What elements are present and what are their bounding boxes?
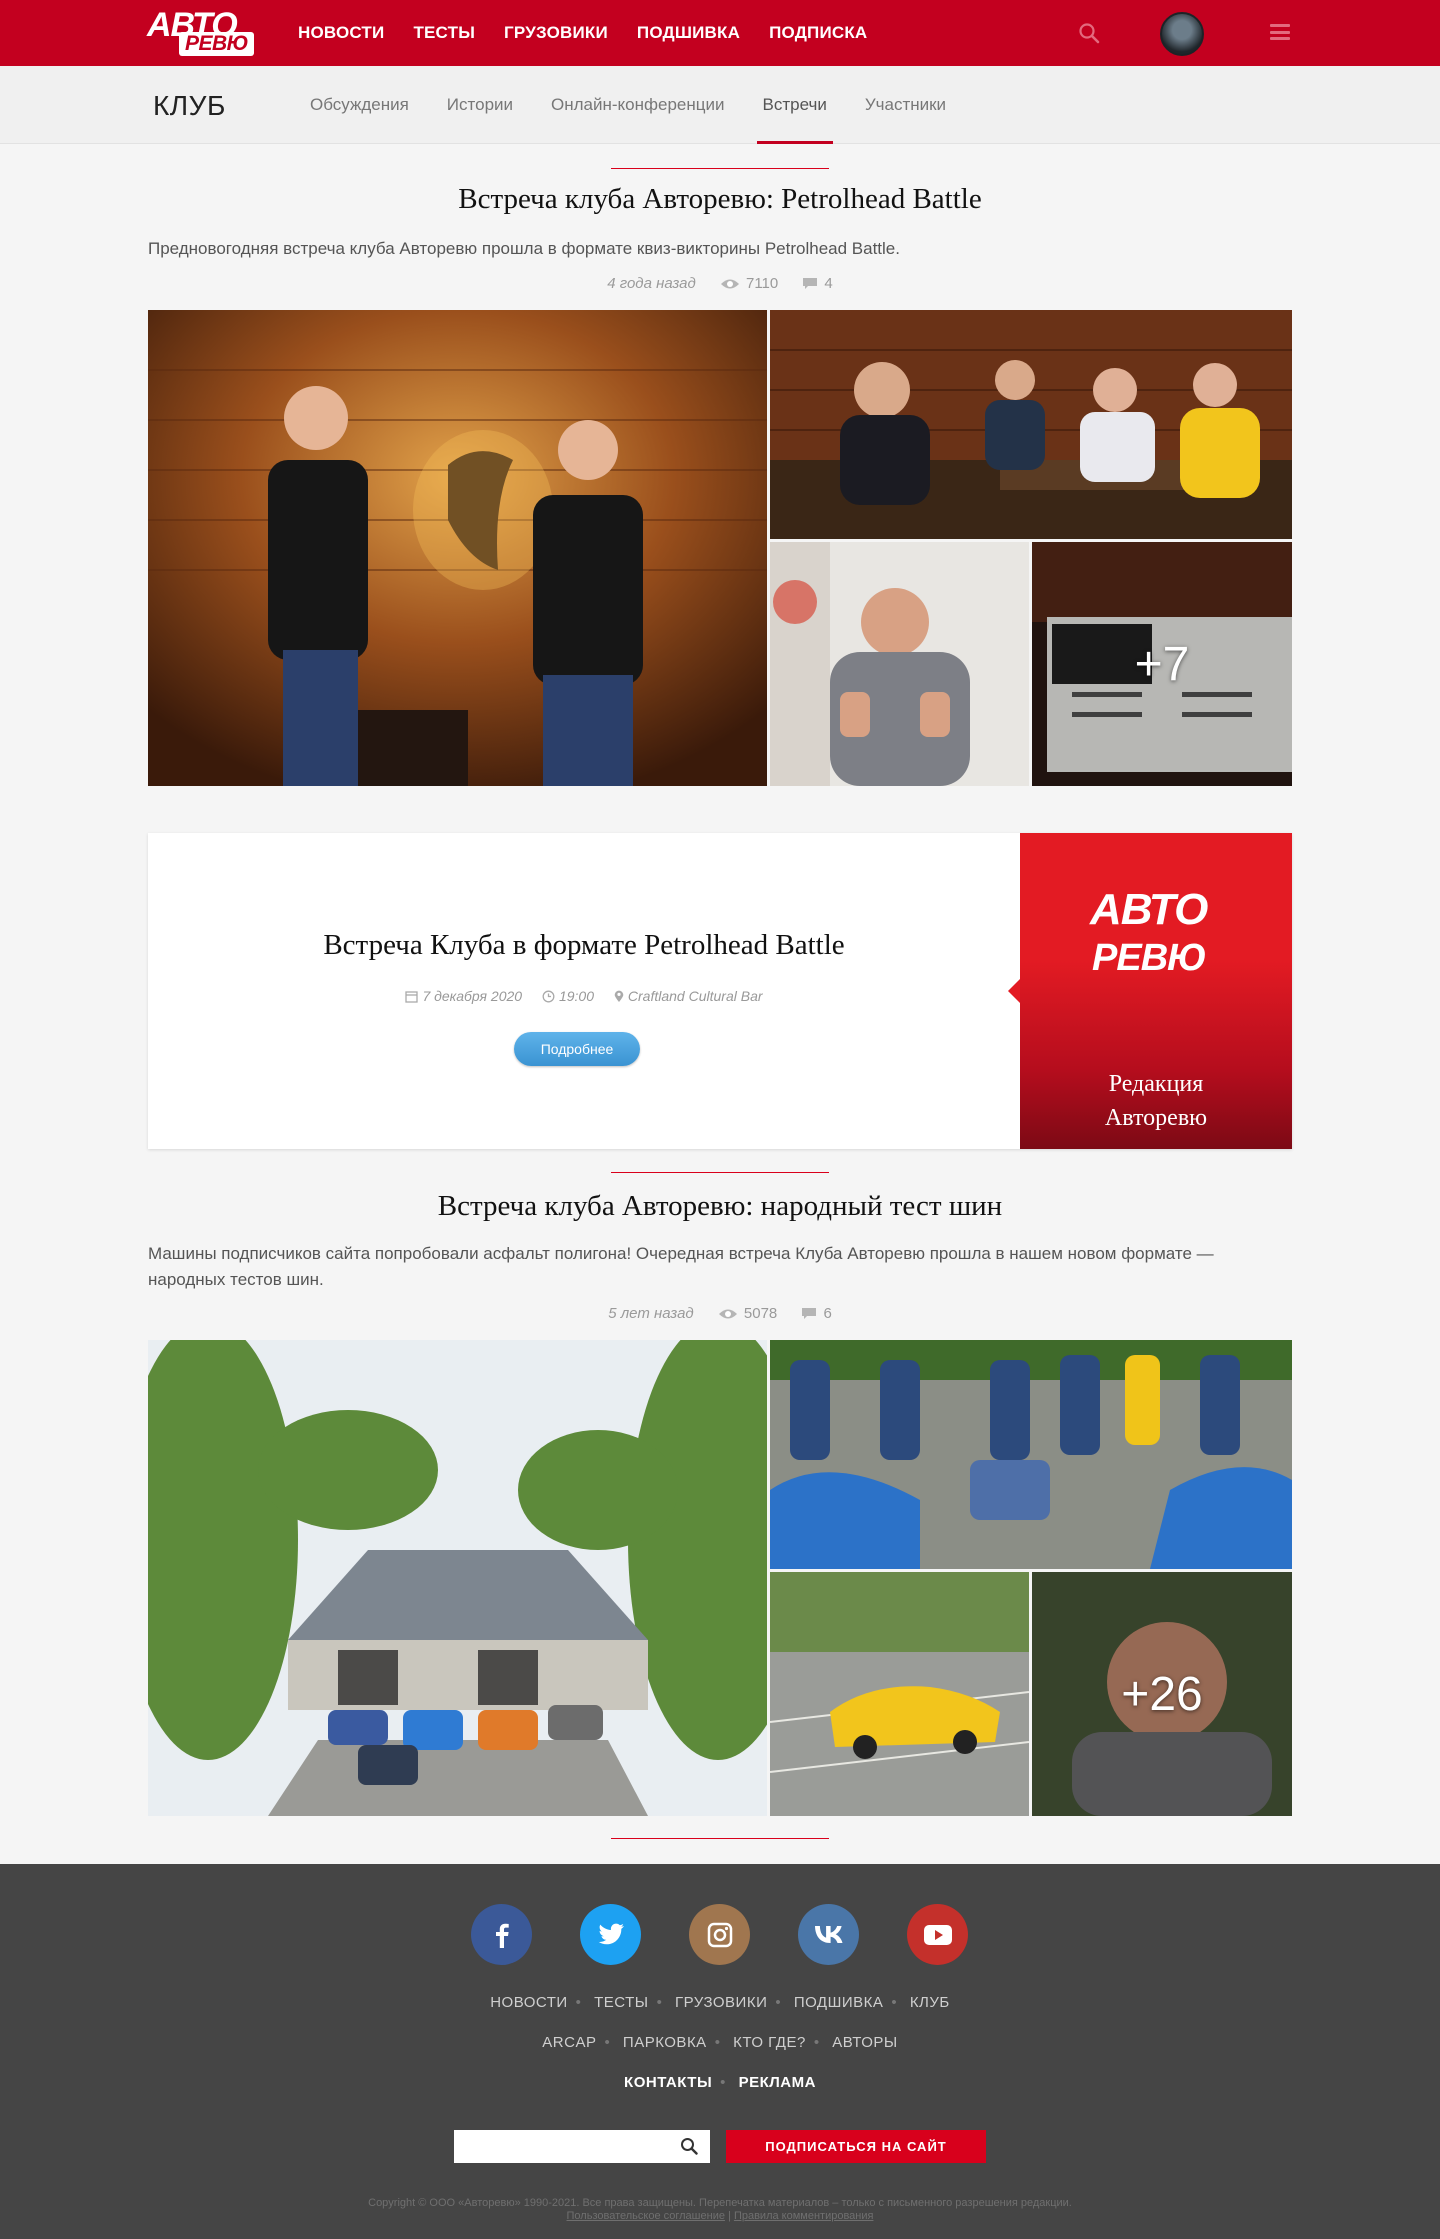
event-date: 7 декабря 2020 xyxy=(405,988,522,1004)
footer-nav-row: КОНТАКТЫ • РЕКЛАМА xyxy=(624,2074,816,2091)
event-meta: 7 декабря 2020 19:00 Craftland Cultural … xyxy=(148,988,1020,1004)
footer-link-arcap[interactable]: ARCAP xyxy=(542,2034,596,2051)
club-tabs: Обсуждения Истории Онлайн-конференции Вс… xyxy=(310,66,946,144)
footer-link-club[interactable]: КЛУБ xyxy=(910,1994,950,2011)
clock-icon xyxy=(542,990,555,1003)
user-avatar[interactable] xyxy=(1160,12,1204,56)
link-user-agreement[interactable]: Пользовательское соглашение xyxy=(567,2210,725,2222)
footer-link-who-where[interactable]: КТО ГДЕ? xyxy=(733,2034,806,2051)
twitter-icon[interactable] xyxy=(580,1904,641,1965)
nav-item-news[interactable]: НОВОСТИ xyxy=(298,23,384,43)
gallery-photo-main[interactable] xyxy=(148,310,767,786)
article-lead: Предновогодняя встреча клуба Авторевю пр… xyxy=(148,239,900,258)
article-meta: 4 года назад 7110 4 xyxy=(148,274,1292,292)
article-views: 5078 xyxy=(718,1305,777,1322)
article-meta: 5 лет назад 5078 6 xyxy=(148,1304,1292,1322)
article-comments: 4 xyxy=(802,275,833,292)
tab-online-conferences[interactable]: Онлайн-конференции xyxy=(551,66,724,144)
gallery-photo[interactable] xyxy=(770,310,1292,539)
facebook-icon[interactable] xyxy=(471,1904,532,1965)
article-lead: Машины подписчиков сайта попробовали асф… xyxy=(148,1244,1214,1289)
footer-link-news[interactable]: НОВОСТИ xyxy=(490,1994,567,2011)
footer-link-parking[interactable]: ПАРКОВКА xyxy=(623,2034,707,2051)
search-icon[interactable] xyxy=(1078,22,1100,44)
divider xyxy=(611,168,829,169)
article-title[interactable]: Встреча клуба Авторевю: народный тест ши… xyxy=(148,1190,1292,1223)
nav-item-archive[interactable]: ПОДШИВКА xyxy=(637,23,740,43)
article-title[interactable]: Встреча клуба Авторевю: Petrolhead Battl… xyxy=(148,183,1292,216)
main-nav: НОВОСТИ ТЕСТЫ ГРУЗОВИКИ ПОДШИВКА ПОДПИСК… xyxy=(298,0,867,66)
club-subnav: КЛУБ Обсуждения Истории Онлайн-конференц… xyxy=(0,66,1440,144)
eye-icon xyxy=(720,279,739,289)
author-panel[interactable]: АВТО РЕВЮ Редакция Авторевю xyxy=(1008,833,1292,1149)
panel-logo-top: АВТО xyxy=(1090,885,1208,934)
logo-text-bottom: РЕВЮ xyxy=(179,32,255,56)
site-footer: НОВОСТИ • ТЕСТЫ • ГРУЗОВИКИ • ПОДШИВКА • КЛУ… xyxy=(0,1864,1440,2239)
photo-gallery: +7 xyxy=(148,310,1292,786)
link-comment-rules[interactable]: Правила комментирования xyxy=(734,2210,874,2222)
search-icon[interactable] xyxy=(680,2137,698,2160)
author-name: Редакция Авторевю xyxy=(1104,1071,1208,1131)
calendar-icon xyxy=(405,991,419,1003)
footer-link-trucks[interactable]: ГРУЗОВИКИ xyxy=(675,1994,767,2011)
event-time: 19:00 xyxy=(542,988,594,1004)
event-title[interactable]: Встреча Клуба в формате Petrolhead Battl… xyxy=(148,929,1020,962)
instagram-icon[interactable] xyxy=(689,1904,750,1965)
subscribe-button[interactable]: ПОДПИСАТЬСЯ НА САЙТ xyxy=(726,2130,986,2163)
divider xyxy=(611,1172,829,1173)
nav-item-tests[interactable]: ТЕСТЫ xyxy=(413,23,475,43)
nav-item-subscription[interactable]: ПОДПИСКА xyxy=(769,23,867,43)
vk-icon[interactable] xyxy=(798,1904,859,1965)
tab-discussions[interactable]: Обсуждения xyxy=(310,66,409,144)
more-photos-count: +7 xyxy=(1032,542,1292,786)
photo-gallery: +26 xyxy=(148,1340,1292,1816)
copyright-text: Copyright © ООО «Авторевю» 1990-2021. Вс… xyxy=(368,2197,1072,2209)
event-place: Craftland Cultural Bar xyxy=(614,988,763,1004)
details-button[interactable]: Подробнее xyxy=(514,1032,640,1066)
youtube-icon[interactable] xyxy=(907,1904,968,1965)
site-logo[interactable]: АВТО РЕВЮ xyxy=(147,6,257,60)
top-header: АВТО РЕВЮ НОВОСТИ ТЕСТЫ ГРУЗОВИКИ ПОДШИВ… xyxy=(0,0,1440,66)
gallery-photo[interactable] xyxy=(770,1572,1029,1816)
gallery-photo[interactable] xyxy=(770,1340,1292,1569)
footer-link-advertising[interactable]: РЕКЛАМА xyxy=(739,2074,816,2091)
panel-logo-bottom: РЕВЮ xyxy=(1092,937,1207,979)
event-card: Встреча Клуба в формате Petrolhead Battl… xyxy=(148,833,1292,1149)
footer-nav-row: ARCAP • ПАРКОВКА • КТО ГДЕ? • АВТОРЫ xyxy=(542,2034,898,2051)
menu-icon[interactable] xyxy=(1270,24,1290,40)
article-time: 5 лет назад xyxy=(608,1304,694,1322)
article-comments: 6 xyxy=(801,1305,832,1322)
comment-icon xyxy=(802,1308,817,1320)
gallery-photo-main[interactable] xyxy=(148,1340,767,1816)
footer-search-input[interactable] xyxy=(454,2130,710,2163)
link-separator: | xyxy=(728,2210,731,2222)
gallery-photo-more[interactable]: +26 xyxy=(1032,1572,1292,1816)
article-views: 7110 xyxy=(720,275,778,292)
tab-stories[interactable]: Истории xyxy=(447,66,513,144)
footer-link-tests[interactable]: ТЕСТЫ xyxy=(594,1994,648,2011)
gallery-photo-more[interactable]: +7 xyxy=(1032,542,1292,786)
comment-icon xyxy=(803,278,818,290)
divider xyxy=(611,1838,829,1839)
social-links xyxy=(471,1904,968,1965)
tab-members[interactable]: Участники xyxy=(865,66,946,144)
article-time: 4 года назад xyxy=(607,274,696,292)
more-photos-count: +26 xyxy=(1032,1572,1292,1816)
gallery-photo[interactable] xyxy=(770,542,1029,786)
footer-nav-row: НОВОСТИ • ТЕСТЫ • ГРУЗОВИКИ • ПОДШИВКА • КЛУ… xyxy=(490,1994,950,2011)
tab-meetings[interactable]: Встречи xyxy=(756,66,834,144)
copyright: Copyright © ООО «Авторевю» 1990-2021. Вс… xyxy=(0,2197,1440,2223)
eye-icon xyxy=(718,1309,737,1319)
nav-item-trucks[interactable]: ГРУЗОВИКИ xyxy=(504,23,608,43)
footer-link-contacts[interactable]: КОНТАКТЫ xyxy=(624,2074,712,2091)
section-title: КЛУБ xyxy=(153,90,226,121)
map-marker-icon xyxy=(614,990,624,1002)
footer-link-archive[interactable]: ПОДШИВКА xyxy=(794,1994,884,2011)
footer-link-authors[interactable]: АВТОРЫ xyxy=(832,2034,897,2051)
